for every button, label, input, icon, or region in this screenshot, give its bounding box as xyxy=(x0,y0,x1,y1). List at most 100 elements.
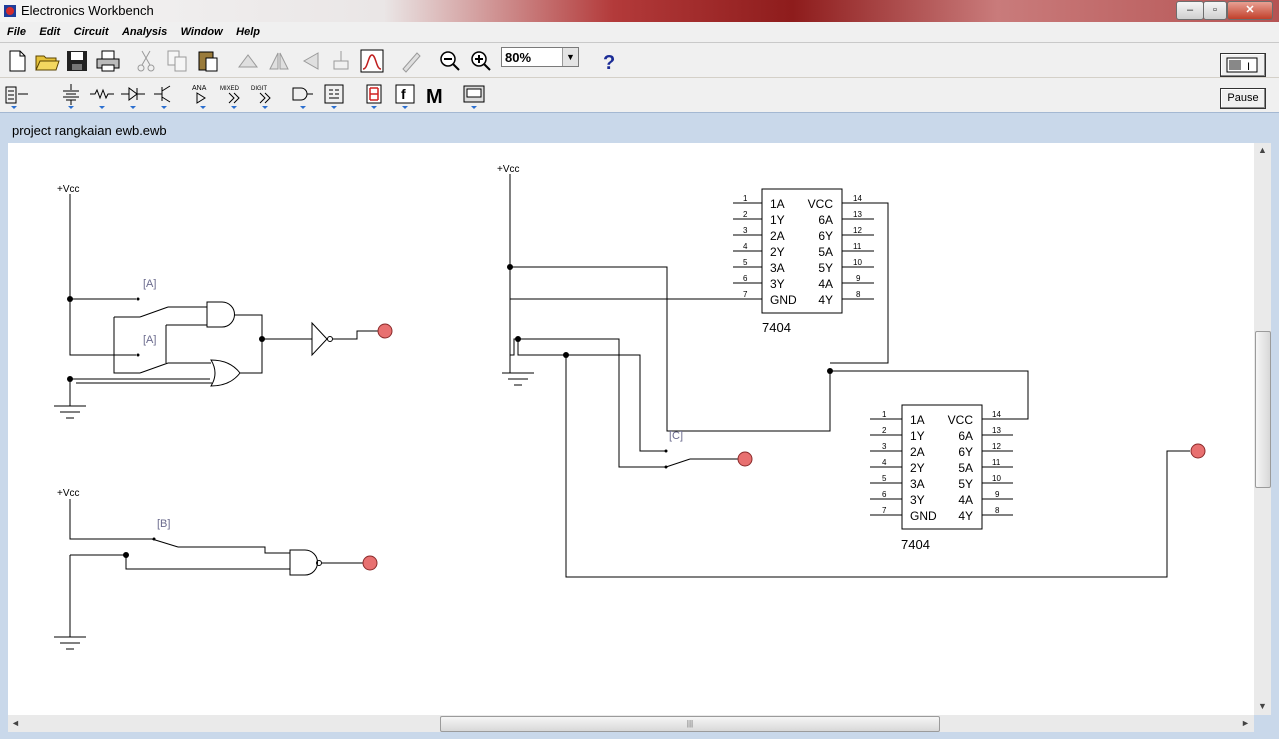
pause-button[interactable]: Pause xyxy=(1220,88,1266,109)
title-bar: Electronics Workbench – ▫ ✕ xyxy=(0,0,1279,22)
pin-number: 4 xyxy=(743,242,748,251)
pin-label: 2Y xyxy=(910,461,925,475)
pin-label: 2A xyxy=(770,229,785,243)
flip-horizontal-button[interactable] xyxy=(264,46,294,76)
minimize-button[interactable]: – xyxy=(1176,1,1204,20)
component-properties-button[interactable] xyxy=(326,46,356,76)
save-disk-icon xyxy=(67,51,87,71)
switch-label-a: [A] xyxy=(143,278,156,290)
led-probe[interactable] xyxy=(377,323,393,339)
horizontal-scroll-thumb[interactable]: ||| xyxy=(440,716,940,732)
and-gate xyxy=(206,301,235,328)
switch-contact xyxy=(136,353,140,357)
digital-button[interactable] xyxy=(319,81,349,111)
junction xyxy=(67,296,73,302)
help-question-icon: ? xyxy=(603,52,615,74)
pin-label: 4A xyxy=(818,277,833,291)
graphs-button[interactable] xyxy=(396,46,426,76)
vertical-scrollbar[interactable]: ▲ ▼ xyxy=(1254,143,1271,715)
cut-button[interactable] xyxy=(131,46,161,76)
not-gate xyxy=(311,321,328,357)
svg-text:MIXED: MIXED xyxy=(220,86,240,92)
rotate-button[interactable] xyxy=(233,46,263,76)
help-button[interactable]: ? xyxy=(594,46,624,76)
wire xyxy=(125,555,290,570)
menu-help[interactable]: Help xyxy=(236,22,260,42)
basic-button[interactable] xyxy=(87,81,117,111)
zoom-select[interactable]: 80% ▼ xyxy=(501,47,579,67)
wire xyxy=(69,499,152,540)
paste-button[interactable] xyxy=(193,46,223,76)
mixed-ics-button[interactable]: MIXED xyxy=(219,81,249,111)
wire xyxy=(510,338,666,468)
indicators-button[interactable] xyxy=(359,81,389,111)
pin-number: 2 xyxy=(882,426,887,435)
led-probe[interactable] xyxy=(1190,443,1206,459)
close-button[interactable]: ✕ xyxy=(1227,1,1273,20)
switch-label-c: [C] xyxy=(669,430,683,442)
scroll-up-arrow[interactable]: ▲ xyxy=(1258,145,1267,155)
horizontal-scrollbar[interactable]: ◄ ||| ► xyxy=(8,715,1254,732)
junction xyxy=(515,336,521,342)
digital-ics-button[interactable]: DIGIT xyxy=(250,81,280,111)
digital-ic-icon: DIGIT xyxy=(251,86,271,109)
document-title: project rangkaian ewb.ewb xyxy=(12,123,167,138)
pin-number: 3 xyxy=(882,442,887,451)
led-probe[interactable] xyxy=(362,555,378,571)
create-subcircuit-button[interactable] xyxy=(357,46,387,76)
transistors-button[interactable] xyxy=(149,81,179,111)
zoom-in-button[interactable] xyxy=(466,46,496,76)
save-button[interactable] xyxy=(62,46,92,76)
pin-number: 1 xyxy=(882,410,887,419)
zoom-out-button[interactable] xyxy=(435,46,465,76)
print-button[interactable] xyxy=(93,46,123,76)
flip-vertical-button[interactable] xyxy=(295,46,325,76)
scroll-left-arrow[interactable]: ◄ xyxy=(11,718,20,728)
scroll-down-arrow[interactable]: ▼ xyxy=(1258,701,1267,711)
zoom-value: 80% xyxy=(505,50,532,65)
misc-icon: M xyxy=(426,86,443,108)
menu-analysis[interactable]: Analysis xyxy=(122,22,167,42)
chevron-down-icon[interactable]: ▼ xyxy=(562,48,578,66)
vertical-scroll-thumb[interactable] xyxy=(1255,331,1271,488)
pin-label: 6Y xyxy=(958,445,973,459)
diodes-button[interactable] xyxy=(118,81,148,111)
power-switch-icon: I xyxy=(1226,57,1258,73)
menu-circuit[interactable]: Circuit xyxy=(74,22,109,42)
instruments-button[interactable] xyxy=(459,81,489,111)
miscellaneous-button[interactable]: M xyxy=(421,81,451,111)
instrument-icon xyxy=(463,85,485,109)
parts-toolbar: ANA MIXED DIGIT f M xyxy=(0,78,1279,112)
controls-button[interactable]: f xyxy=(390,81,420,111)
analog-ic-icon: ANA xyxy=(192,85,207,109)
pin-label: 6A xyxy=(958,429,973,443)
graph-icon xyxy=(360,49,384,73)
menu-window[interactable]: Window xyxy=(181,22,223,42)
open-button[interactable] xyxy=(32,46,62,76)
circuit-canvas[interactable]: +Vcc +Vcc +Vcc [A] [A] [B] [C] 1A 1Y 2A … xyxy=(8,143,1254,715)
power-switch[interactable]: I xyxy=(1220,53,1266,77)
menu-file[interactable]: File xyxy=(7,22,26,42)
pin-label: 1A xyxy=(770,197,785,211)
pin-label: 3A xyxy=(910,477,925,491)
not-bubble xyxy=(327,336,333,342)
maximize-button[interactable]: ▫ xyxy=(1203,1,1227,20)
probe-icon xyxy=(402,52,421,73)
led-probe[interactable] xyxy=(737,451,753,467)
printer-icon xyxy=(96,50,120,72)
switch-blade xyxy=(665,458,691,468)
sources-button[interactable] xyxy=(56,81,86,111)
scroll-grip: ||| xyxy=(686,719,694,728)
pin-number: 13 xyxy=(992,426,1001,435)
scroll-right-arrow[interactable]: ► xyxy=(1241,718,1250,728)
document-window: project rangkaian ewb.ewb +Vcc +Vcc +Vcc… xyxy=(0,112,1279,739)
new-button[interactable] xyxy=(2,46,32,76)
logic-gates-button[interactable] xyxy=(288,81,318,111)
menu-edit[interactable]: Edit xyxy=(39,22,60,42)
parts-bin-button[interactable] xyxy=(2,81,32,111)
chip-name: 7404 xyxy=(901,537,930,552)
analog-ics-button[interactable]: ANA xyxy=(188,81,218,111)
pin-label: GND xyxy=(910,509,937,523)
pin-number: 6 xyxy=(743,274,748,283)
copy-button[interactable] xyxy=(162,46,192,76)
